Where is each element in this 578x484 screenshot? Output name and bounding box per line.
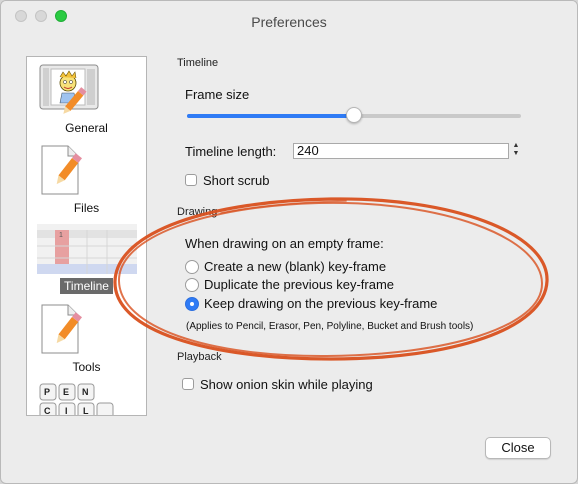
drawing-note: (Applies to Pencil, Erasor, Pen, Polylin… bbox=[186, 321, 474, 332]
key-label: I bbox=[65, 406, 68, 416]
sidebar-item-general[interactable]: General bbox=[27, 61, 146, 139]
drawing-question: When drawing on an empty frame: bbox=[185, 236, 384, 251]
stepper-up-icon[interactable]: ▲ bbox=[511, 142, 521, 150]
sidebar-item-tools[interactable]: Tools bbox=[27, 301, 146, 377]
key-label: E bbox=[63, 387, 69, 397]
window-title: Preferences bbox=[251, 14, 327, 30]
radio-duplicate-keyframe[interactable] bbox=[185, 278, 199, 292]
drawing-section-title: Drawing bbox=[177, 206, 218, 218]
sidebar-item-label: General bbox=[65, 121, 108, 135]
tools-icon bbox=[40, 303, 92, 362]
shortcuts-keys-icon: P E N C I L bbox=[39, 382, 119, 416]
onion-skin-label: Show onion skin while playing bbox=[200, 377, 373, 392]
radio-create-new-keyframe[interactable] bbox=[185, 260, 199, 274]
timeline-section-title: Timeline bbox=[177, 57, 219, 69]
key-label: P bbox=[44, 387, 50, 397]
key-label: C bbox=[44, 406, 51, 416]
preferences-window: Preferences General Files 1 Timeline Too… bbox=[0, 0, 578, 484]
frame-size-label: Frame size bbox=[185, 87, 250, 102]
stepper-down-icon[interactable]: ▼ bbox=[511, 150, 521, 158]
frame-size-slider-fill bbox=[187, 114, 354, 118]
sidebar-item-timeline[interactable]: 1 Timeline bbox=[27, 224, 146, 294]
key-label: L bbox=[83, 406, 89, 416]
sidebar-item-shortcuts[interactable]: P E N C I L bbox=[27, 382, 146, 416]
general-icon bbox=[38, 63, 104, 120]
preferences-sidebar: General Files 1 Timeline Tools P E N C I… bbox=[26, 56, 147, 416]
radio-label: Keep drawing on the previous key-frame bbox=[204, 296, 438, 311]
sidebar-item-label: Files bbox=[73, 201, 100, 215]
radio-label: Duplicate the previous key-frame bbox=[204, 277, 395, 292]
radio-label: Create a new (blank) key-frame bbox=[204, 259, 387, 274]
key-label: N bbox=[82, 387, 89, 397]
close-button[interactable]: Close bbox=[485, 437, 551, 459]
playback-section-title: Playback bbox=[177, 351, 222, 363]
files-icon bbox=[40, 144, 92, 203]
sidebar-item-files[interactable]: Files bbox=[27, 142, 146, 218]
short-scrub-checkbox[interactable] bbox=[185, 174, 197, 186]
svg-text:1: 1 bbox=[59, 232, 63, 239]
timeline-icon: 1 bbox=[37, 224, 137, 279]
timeline-length-stepper[interactable]: ▲ ▼ bbox=[511, 142, 521, 160]
timeline-length-label: Timeline length: bbox=[185, 144, 277, 159]
short-scrub-label: Short scrub bbox=[203, 173, 270, 188]
radio-keep-drawing[interactable] bbox=[185, 297, 199, 311]
frame-size-slider[interactable] bbox=[187, 107, 521, 123]
sidebar-item-label: Timeline bbox=[60, 278, 113, 294]
sidebar-item-label: Tools bbox=[72, 360, 101, 374]
title-bar: Preferences bbox=[1, 1, 577, 41]
timeline-length-field[interactable]: 240 bbox=[293, 143, 509, 159]
frame-size-slider-knob[interactable] bbox=[346, 107, 362, 123]
onion-skin-checkbox[interactable] bbox=[182, 378, 194, 390]
